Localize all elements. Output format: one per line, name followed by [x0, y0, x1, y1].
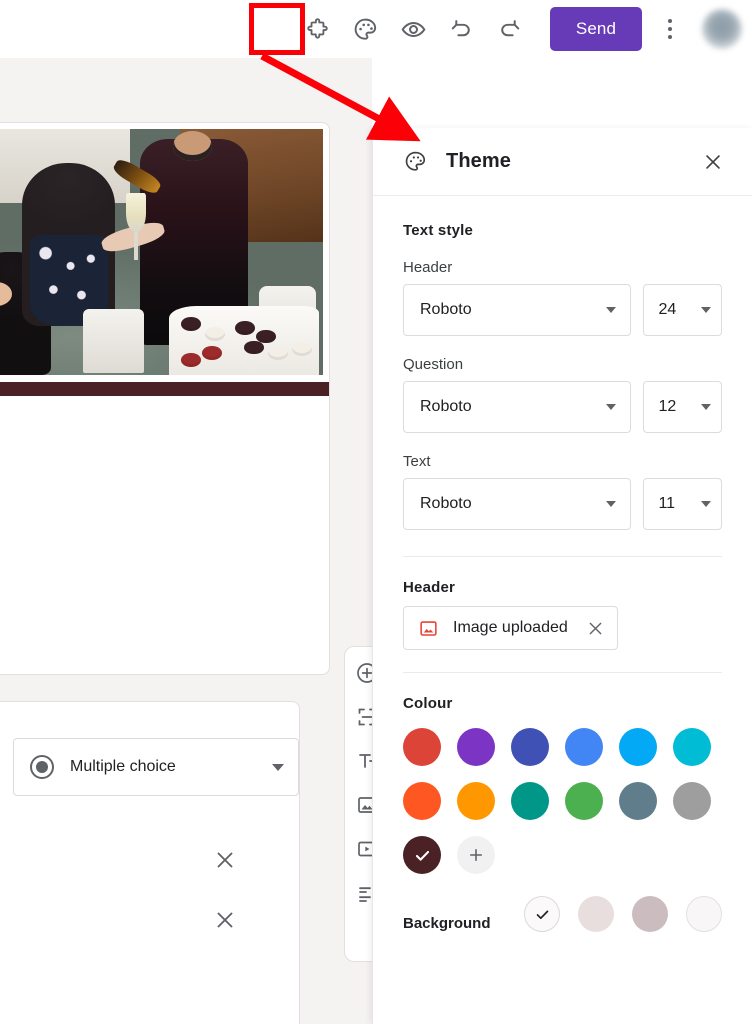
theme-panel-header: Theme — [373, 128, 752, 196]
chevron-down-icon — [606, 307, 617, 313]
theme-panel-body: Text style Header Roboto 24 Question Rob… — [373, 196, 752, 932]
header-font-select[interactable]: Roboto — [403, 284, 632, 336]
header-image — [0, 129, 323, 375]
question-font-label: Question — [403, 356, 464, 373]
colour-swatch[interactable] — [403, 782, 441, 820]
close-icon[interactable] — [696, 145, 730, 179]
question-font-value: Roboto — [420, 398, 472, 415]
colour-section: Colour — [373, 673, 752, 874]
colour-swatch[interactable] — [565, 728, 603, 766]
text-size-select[interactable]: 11 — [643, 478, 722, 530]
background-swatch[interactable] — [632, 896, 668, 932]
radio-button-icon — [30, 755, 54, 779]
question-card[interactable]: Multiple choice — [0, 701, 300, 1024]
colour-swatch[interactable] — [511, 728, 549, 766]
header-section: Header Image uploaded — [373, 557, 752, 673]
chevron-down-icon — [700, 404, 711, 410]
colour-swatch[interactable] — [619, 782, 657, 820]
form-accent-bar — [0, 382, 329, 396]
background-swatch-selected[interactable] — [524, 896, 560, 932]
image-uploaded-chip[interactable]: Image uploaded — [403, 606, 618, 650]
remove-image-icon[interactable] — [586, 619, 605, 638]
chevron-down-icon — [700, 307, 711, 313]
header-font-label: Header — [403, 259, 453, 276]
background-swatch[interactable] — [578, 896, 614, 932]
image-uploaded-label: Image uploaded — [453, 619, 568, 636]
colour-swatch-row-1 — [403, 728, 722, 766]
question-type-select[interactable]: Multiple choice — [13, 738, 299, 796]
more-options-button[interactable] — [652, 6, 688, 52]
preview-eye-icon[interactable] — [390, 5, 438, 53]
header-font-row: Roboto 24 — [403, 284, 722, 336]
colour-section-title: Colour — [403, 695, 453, 712]
redo-icon[interactable] — [486, 5, 534, 53]
background-section-title: Background — [403, 915, 491, 932]
text-font-label: Text — [403, 453, 431, 470]
question-size-value: 12 — [658, 398, 677, 415]
colour-swatch[interactable] — [619, 728, 657, 766]
chevron-down-icon — [700, 501, 711, 507]
image-icon — [418, 618, 439, 639]
text-size-value: 11 — [658, 495, 676, 512]
undo-icon[interactable] — [438, 5, 486, 53]
chevron-down-icon — [606, 404, 617, 410]
remove-option-icon[interactable] — [213, 848, 237, 872]
question-font-select[interactable]: Roboto — [403, 381, 632, 433]
header-font-value: Roboto — [420, 301, 472, 318]
avatar[interactable] — [702, 9, 742, 49]
question-font-row: Roboto 12 — [403, 381, 722, 433]
colour-swatch-selected[interactable] — [403, 836, 441, 874]
text-style-title: Text style — [403, 222, 474, 239]
form-title-card[interactable] — [0, 382, 330, 675]
colour-swatch-row-3 — [403, 836, 722, 874]
question-type-label: Multiple choice — [70, 758, 176, 775]
text-font-value: Roboto — [420, 495, 472, 512]
colour-swatch[interactable] — [457, 782, 495, 820]
text-style-section: Text style Header Roboto 24 Question Rob… — [373, 196, 752, 557]
chevron-down-icon — [272, 763, 284, 771]
colour-swatch[interactable] — [457, 728, 495, 766]
app-root: Send Multiple choice Theme Text style He… — [0, 0, 752, 1024]
colour-swatch[interactable] — [565, 782, 603, 820]
header-size-select[interactable]: 24 — [643, 284, 722, 336]
colour-swatch[interactable] — [673, 782, 711, 820]
theme-panel-title: Theme — [446, 150, 511, 172]
theme-palette-icon[interactable] — [342, 5, 390, 53]
text-font-select[interactable]: Roboto — [403, 478, 632, 530]
colour-swatch[interactable] — [511, 782, 549, 820]
text-font-row: Roboto 11 — [403, 478, 722, 530]
top-toolbar: Send — [0, 0, 752, 58]
add-custom-colour-button[interactable] — [457, 836, 495, 874]
form-editor-area: Multiple choice — [0, 58, 372, 1024]
theme-palette-icon — [403, 149, 428, 174]
theme-panel: Theme Text style Header Roboto 24 Questi… — [372, 128, 752, 1024]
colour-swatch[interactable] — [403, 728, 441, 766]
addons-puzzle-icon[interactable] — [294, 5, 342, 53]
header-image-card[interactable] — [0, 122, 330, 382]
colour-swatch[interactable] — [673, 728, 711, 766]
header-section-title: Header — [403, 579, 456, 596]
question-size-select[interactable]: 12 — [643, 381, 722, 433]
background-section: Background — [373, 874, 752, 932]
remove-option-icon[interactable] — [213, 908, 237, 932]
header-size-value: 24 — [658, 301, 677, 318]
chevron-down-icon — [606, 501, 617, 507]
colour-swatch-row-2 — [403, 782, 722, 820]
background-swatch[interactable] — [686, 896, 722, 932]
send-button[interactable]: Send — [549, 7, 642, 51]
